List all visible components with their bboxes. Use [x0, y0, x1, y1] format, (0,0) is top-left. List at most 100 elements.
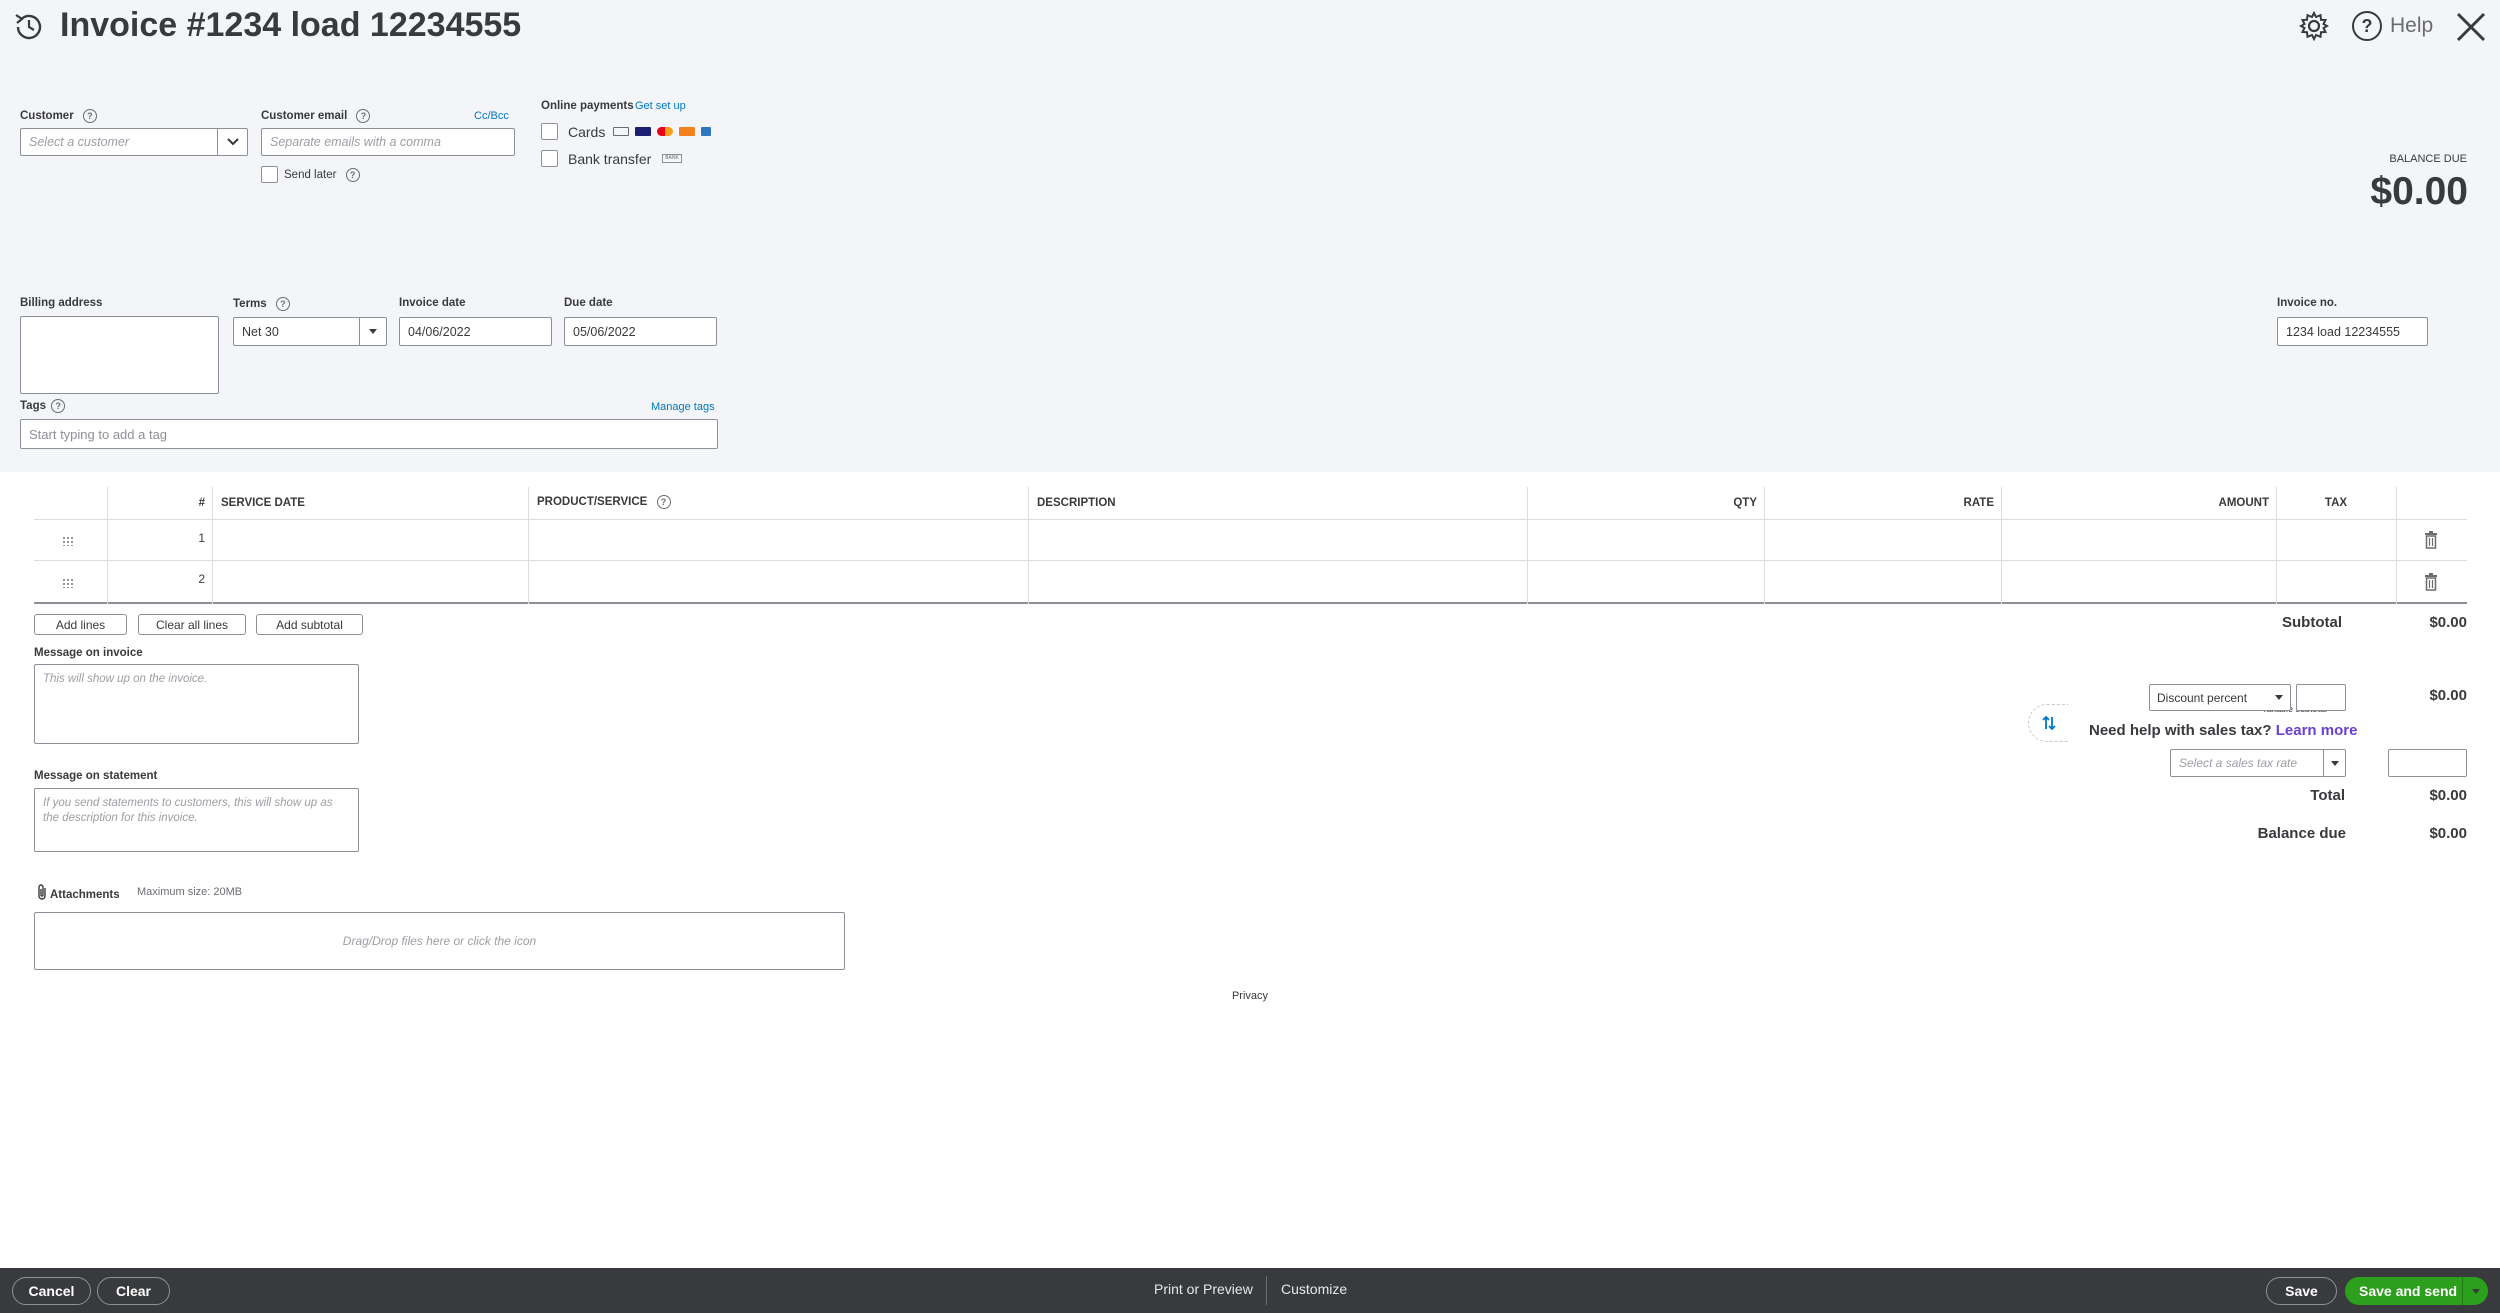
- sales-tax-help: Need help with sales tax? Learn more: [2089, 722, 2358, 739]
- cc-bcc-link[interactable]: Cc/Bcc: [474, 110, 509, 122]
- balance-due-total-label: Balance due: [2257, 825, 2346, 842]
- message-on-invoice-placeholder: This will show up on the invoice.: [43, 673, 208, 685]
- column-header-product-service: PRODUCT/SERVICE ?: [537, 495, 671, 509]
- billing-address-label: Billing address: [20, 297, 103, 309]
- invoice-no-input[interactable]: 1234 load 12234555: [2277, 317, 2428, 346]
- customer-select[interactable]: Select a customer: [20, 128, 248, 156]
- caret-down-icon[interactable]: [2323, 750, 2345, 776]
- cards-checkbox[interactable]: [541, 123, 558, 140]
- trash-icon[interactable]: [2424, 573, 2438, 591]
- column-header-description: DESCRIPTION: [1037, 497, 1116, 509]
- attachments-button[interactable]: Attachments: [36, 883, 120, 906]
- sales-tax-tool-icon[interactable]: [2028, 704, 2068, 742]
- send-later-label: Send later ?: [284, 168, 360, 182]
- invoice-date-value: 04/06/2022: [408, 324, 471, 339]
- bank-icon: BANK: [662, 154, 682, 163]
- info-icon[interactable]: ?: [82, 109, 97, 123]
- terms-label: Terms ?: [233, 297, 290, 311]
- due-date-label: Due date: [564, 297, 613, 309]
- row-number: 2: [198, 572, 205, 586]
- due-date-input[interactable]: 05/06/2022: [564, 317, 717, 346]
- due-date-value: 05/06/2022: [573, 324, 636, 339]
- column-header-number: #: [198, 497, 205, 509]
- manage-tags-link[interactable]: Manage tags: [651, 401, 715, 413]
- caret-down-icon[interactable]: [2268, 695, 2290, 700]
- chevron-down-icon[interactable]: [217, 129, 247, 155]
- drag-handle-icon[interactable]: [62, 578, 74, 588]
- invoice-date-label: Invoice date: [399, 297, 466, 309]
- info-icon[interactable]: ?: [51, 399, 66, 413]
- attachments-dropzone[interactable]: Drag/Drop files here or click the icon: [34, 912, 845, 970]
- table-row[interactable]: 2: [34, 561, 2467, 602]
- get-set-up-link[interactable]: Get set up: [635, 100, 686, 112]
- invoice-date-input[interactable]: 04/06/2022: [399, 317, 552, 346]
- discover-icon: [679, 126, 695, 136]
- card-brand-icons: [613, 124, 711, 138]
- discount-value-input[interactable]: [2296, 684, 2346, 711]
- add-subtotal-button[interactable]: Add subtotal: [256, 614, 363, 635]
- customer-email-input[interactable]: Separate emails with a comma: [261, 128, 515, 156]
- mastercard-icon: [657, 126, 673, 136]
- privacy-link[interactable]: Privacy: [1200, 990, 1300, 1002]
- attachments-label: Attachments: [50, 888, 120, 901]
- subtotal-value: $0.00: [2429, 614, 2467, 631]
- message-on-statement-label: Message on statement: [34, 770, 158, 782]
- line-items-table: # SERVICE DATE PRODUCT/SERVICE ? DESCRIP…: [34, 487, 2467, 604]
- tags-input[interactable]: Start typing to add a tag: [20, 419, 718, 449]
- tags-label: Tags ?: [20, 399, 66, 413]
- clear-button[interactable]: Clear: [97, 1277, 170, 1305]
- message-on-invoice-label: Message on invoice: [34, 647, 143, 659]
- customer-label: Customer ?: [20, 109, 97, 123]
- balance-due-label: BALANCE DUE: [2389, 153, 2467, 165]
- discount-amount: $0.00: [2429, 687, 2467, 704]
- save-and-send-label: Save and send: [2359, 1283, 2458, 1299]
- customer-select-placeholder: Select a customer: [29, 135, 130, 149]
- generic-card-icon: [613, 126, 629, 136]
- discount-type-select[interactable]: Discount percent: [2149, 684, 2291, 711]
- sales-tax-amount-input[interactable]: [2388, 749, 2467, 777]
- save-and-send-menu[interactable]: [2462, 1277, 2488, 1305]
- send-later-checkbox[interactable]: [261, 166, 278, 183]
- help-button[interactable]: ? Help: [2352, 10, 2433, 42]
- table-row[interactable]: 1: [34, 520, 2467, 560]
- footer-divider: [1266, 1276, 1267, 1305]
- bank-transfer-checkbox[interactable]: [541, 150, 558, 167]
- page-title: Invoice #1234 load 12234555: [60, 6, 522, 44]
- message-on-statement-input[interactable]: If you send statements to customers, thi…: [34, 788, 359, 852]
- attachments-max-size: Maximum size: 20MB: [137, 886, 243, 898]
- column-header-amount: AMOUNT: [2218, 497, 2269, 509]
- attachments-drop-text: Drag/Drop files here or click the icon: [342, 934, 537, 948]
- trash-icon[interactable]: [2424, 531, 2438, 549]
- message-on-invoice-input[interactable]: This will show up on the invoice.: [34, 664, 359, 744]
- caret-down-icon[interactable]: [359, 318, 386, 345]
- total-value: $0.00: [2429, 787, 2467, 804]
- info-icon[interactable]: ?: [656, 495, 671, 509]
- cancel-button[interactable]: Cancel: [12, 1277, 91, 1305]
- close-icon[interactable]: [2455, 11, 2487, 43]
- column-header-qty: QTY: [1733, 497, 1757, 509]
- terms-select[interactable]: Net 30: [233, 317, 387, 346]
- drag-handle-icon[interactable]: [62, 536, 74, 546]
- learn-more-link[interactable]: Learn more: [2276, 722, 2358, 739]
- sales-tax-rate-select[interactable]: Select a sales tax rate: [2170, 749, 2346, 777]
- customer-email-label: Customer email ?: [261, 109, 371, 123]
- help-icon: ?: [2352, 11, 2382, 41]
- caret-down-icon: [2471, 1288, 2480, 1294]
- recent-transactions-icon[interactable]: [12, 10, 46, 44]
- bank-transfer-label: Bank transfer: [568, 151, 652, 167]
- clear-all-lines-button[interactable]: Clear all lines: [138, 614, 246, 635]
- billing-address-input[interactable]: [20, 316, 219, 394]
- print-preview-link[interactable]: Print or Preview: [1154, 1281, 1253, 1297]
- row-number: 1: [198, 531, 205, 545]
- customize-link[interactable]: Customize: [1281, 1281, 1347, 1297]
- invoice-header-area: [0, 0, 2500, 472]
- visa-icon: [635, 126, 651, 136]
- info-icon[interactable]: ?: [275, 297, 290, 311]
- info-icon[interactable]: ?: [356, 109, 371, 123]
- info-icon[interactable]: ?: [345, 168, 360, 182]
- add-lines-button[interactable]: Add lines: [34, 614, 127, 635]
- gear-icon[interactable]: [2298, 10, 2330, 42]
- save-button[interactable]: Save: [2266, 1277, 2337, 1305]
- cards-label: Cards: [568, 124, 606, 140]
- discount-type-value: Discount percent: [2157, 690, 2248, 705]
